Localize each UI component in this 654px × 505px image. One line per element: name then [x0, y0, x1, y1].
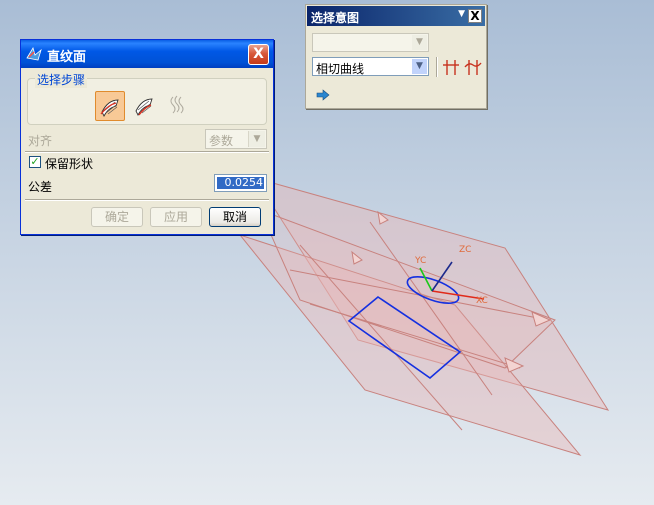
toolbar-options-icon[interactable]: ▼	[458, 9, 465, 19]
toolbar-titlebar[interactable]: 选择意图 ▼ X	[307, 6, 485, 26]
cancel-button[interactable]: 取消	[209, 207, 261, 227]
selection-filter-select[interactable]: ▼	[312, 33, 429, 52]
chevron-down-icon: ▼	[412, 35, 427, 50]
zc-axis-label: ZC	[459, 245, 471, 255]
tolerance-label: 公差	[28, 180, 53, 194]
ruled-surface-dialog: 直纹面 X 选择步骤 对齐 参数 ▼ ✓ 保留形状 公差 0.0254 确定 应…	[20, 39, 274, 235]
alignment-value: 参数	[209, 134, 234, 148]
stop-at-intersection-icon[interactable]	[442, 57, 460, 77]
toolbar-divider	[436, 57, 438, 77]
keep-shape-label: 保留形状	[45, 157, 94, 171]
divider	[25, 151, 269, 153]
spine-string-icon	[170, 95, 184, 114]
ruled-surface-section2-icon	[135, 98, 153, 117]
dialog-close-button[interactable]: X	[248, 44, 269, 65]
follow-fillet-icon[interactable]	[464, 57, 482, 77]
toolbar-close-button[interactable]: X	[468, 9, 482, 23]
tolerance-input[interactable]: 0.0254	[214, 174, 267, 192]
xc-axis-label: XC	[476, 296, 488, 306]
section-string-1-step[interactable]	[95, 91, 125, 121]
curve-rule-select[interactable]: 相切曲线 ▼	[312, 57, 429, 76]
ruled-surface-section1-icon	[100, 99, 119, 118]
alignment-label: 对齐	[28, 134, 53, 148]
apply-button[interactable]: 应用	[150, 207, 202, 227]
dialog-titlebar[interactable]: 直纹面 X	[21, 40, 273, 68]
yc-axis-label: YC	[414, 256, 426, 266]
ok-button[interactable]: 确定	[91, 207, 143, 227]
section-string-2-step[interactable]	[130, 91, 160, 121]
selection-steps-label: 选择步骤	[35, 71, 88, 88]
chevron-down-icon: ▼	[248, 131, 265, 147]
alignment-select[interactable]: 参数 ▼	[205, 129, 267, 149]
toolbar-title: 选择意图	[311, 11, 360, 25]
chevron-down-icon: ▼	[412, 59, 427, 74]
next-step-arrow-icon[interactable]	[316, 89, 330, 101]
selection-intent-toolbar: 选择意图 ▼ X ▼ 相切曲线 ▼	[305, 4, 487, 109]
ruled-surface-app-icon	[26, 47, 42, 61]
divider	[25, 199, 269, 201]
curve-rule-value: 相切曲线	[316, 62, 365, 76]
dialog-title: 直纹面	[47, 50, 87, 65]
tolerance-value: 0.0254	[217, 177, 264, 189]
spine-step[interactable]	[164, 91, 194, 121]
keep-shape-checkbox[interactable]: ✓	[29, 156, 41, 168]
